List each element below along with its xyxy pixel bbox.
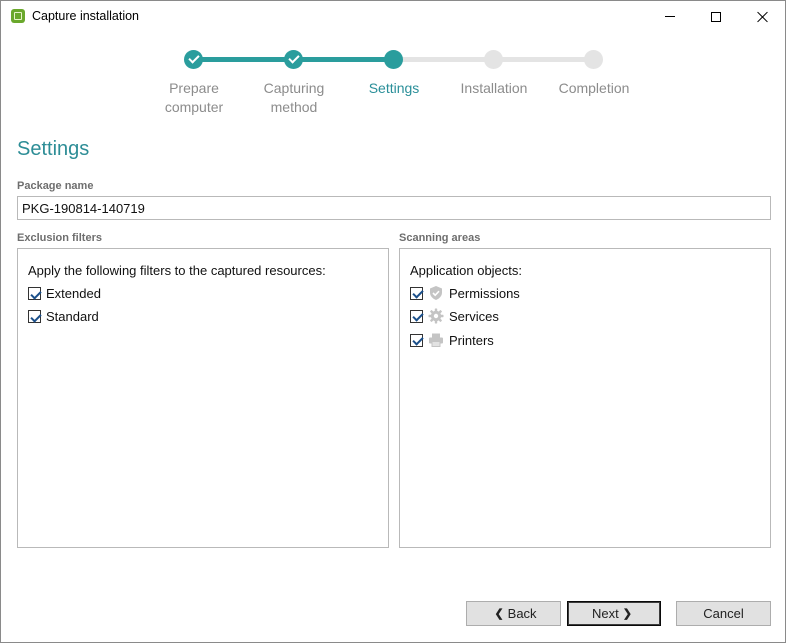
- area-permissions-label: Permissions: [449, 285, 520, 301]
- back-button-label: Back: [507, 606, 537, 621]
- wizard-stepper: Prepare computer Capturing method Settin…: [1, 41, 785, 121]
- exclusion-filters-heading: Apply the following filters to the captu…: [28, 263, 326, 278]
- step-label-line: Settings: [368, 80, 420, 96]
- gear-icon: [428, 308, 444, 324]
- scanning-areas-panel: Application objects: Permissions Service…: [399, 248, 771, 548]
- area-printers-row[interactable]: Printers: [410, 332, 494, 348]
- exclusion-filters-label: Exclusion filters: [17, 232, 102, 244]
- step-capturing-method-label: Capturing method: [239, 79, 349, 117]
- next-button[interactable]: Next ❯: [567, 601, 661, 626]
- step-installation-label: Installation: [439, 79, 549, 98]
- page-title: Settings: [17, 138, 90, 160]
- step-prepare-computer-label: Prepare computer: [139, 79, 249, 117]
- cancel-button[interactable]: Cancel: [676, 601, 771, 626]
- step-capturing-method-dot: [284, 50, 303, 69]
- step-completion-dot: [584, 50, 603, 69]
- minimize-icon: [665, 16, 675, 17]
- step-settings-dot: [384, 50, 403, 69]
- step-completion-label: Completion: [539, 79, 649, 98]
- area-services-row[interactable]: Services: [410, 308, 499, 324]
- next-button-label: Next: [592, 606, 619, 621]
- chevron-left-icon: ❮: [494, 608, 504, 620]
- step-label-line: Capturing: [263, 80, 325, 96]
- checkmark-icon: [287, 52, 300, 64]
- step-prepare-computer-dot: [184, 50, 203, 69]
- area-printers-label: Printers: [449, 332, 494, 348]
- area-services-checkbox[interactable]: [410, 309, 423, 323]
- filter-extended-label: Extended: [46, 286, 101, 301]
- back-button[interactable]: ❮ Back: [466, 601, 561, 626]
- close-icon: [756, 11, 768, 23]
- shield-icon: [430, 286, 442, 300]
- filter-extended-row[interactable]: Extended: [28, 286, 101, 301]
- step-label-line: Prepare: [169, 80, 219, 96]
- chevron-right-icon: ❯: [622, 608, 632, 620]
- exclusion-filters-panel: Apply the following filters to the captu…: [17, 248, 389, 548]
- filter-standard-label: Standard: [46, 309, 99, 324]
- area-permissions-checkbox[interactable]: [410, 286, 423, 300]
- filter-standard-row[interactable]: Standard: [28, 309, 99, 324]
- scanning-areas-label: Scanning areas: [399, 232, 481, 244]
- app-icon: [11, 9, 25, 23]
- title-bar: Capture installation: [1, 1, 785, 32]
- filter-extended-checkbox[interactable]: [28, 287, 41, 300]
- package-name-input[interactable]: [17, 196, 771, 220]
- step-installation-dot: [484, 50, 503, 69]
- step-label-line: method: [270, 99, 318, 115]
- scanning-areas-heading: Application objects:: [410, 263, 523, 278]
- maximize-button[interactable]: [693, 1, 739, 32]
- step-settings-label: Settings: [339, 79, 449, 98]
- area-services-label: Services: [449, 308, 499, 324]
- minimize-button[interactable]: [647, 1, 693, 32]
- step-label-line: Completion: [558, 80, 630, 96]
- step-label-line: Installation: [460, 80, 528, 96]
- package-name-label: Package name: [17, 180, 94, 192]
- step-label-line: computer: [164, 99, 224, 115]
- capture-installation-window: Capture installation Prepare computer Ca…: [0, 0, 786, 643]
- area-permissions-row[interactable]: Permissions: [410, 285, 520, 301]
- filter-standard-checkbox[interactable]: [28, 310, 41, 323]
- area-printers-checkbox[interactable]: [410, 333, 423, 347]
- printer-icon: [429, 333, 443, 347]
- window-title: Capture installation: [32, 9, 140, 23]
- cancel-button-label: Cancel: [703, 606, 744, 621]
- maximize-icon: [711, 11, 721, 22]
- close-button[interactable]: [739, 1, 785, 32]
- checkmark-icon: [187, 52, 200, 64]
